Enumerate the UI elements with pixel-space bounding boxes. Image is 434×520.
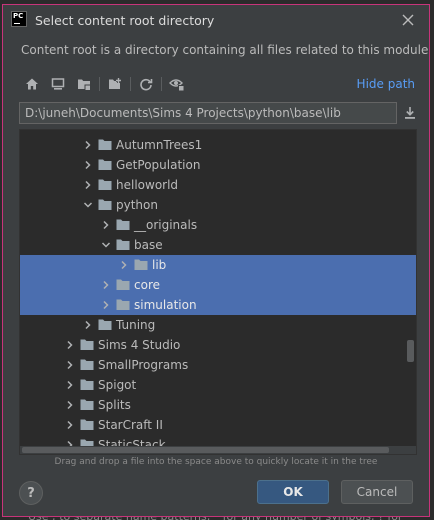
refresh-button[interactable] — [133, 73, 159, 95]
folder-icon — [116, 239, 130, 250]
chevron-right-icon[interactable] — [64, 399, 76, 411]
tree-row[interactable]: SmallPrograms — [20, 355, 416, 375]
vertical-scrollbar-thumb[interactable] — [407, 340, 414, 362]
folder-icon — [98, 159, 112, 170]
hide-path-link[interactable]: Hide path — [357, 77, 415, 91]
tree-row-label: StarCraft II — [98, 418, 163, 432]
toolbar-separator — [130, 77, 131, 91]
file-chooser-toolbar — [19, 73, 190, 95]
chevron-right-icon[interactable] — [64, 359, 76, 371]
tree-row[interactable]: Splits — [20, 395, 416, 415]
folder-icon — [134, 259, 148, 270]
path-input[interactable]: D:\juneh\Documents\Sims 4 Projects\pytho… — [19, 102, 397, 124]
tree-row-label: Sims 4 Studio — [98, 338, 181, 352]
path-download-button[interactable] — [401, 103, 419, 123]
tree-row-label: Tuning — [116, 318, 156, 332]
tree-row[interactable]: core — [20, 275, 416, 295]
tree-row-label: AutumnTrees1 — [116, 138, 203, 152]
tree-row[interactable]: Tuning — [20, 315, 416, 335]
toolbar-separator — [161, 77, 162, 91]
folder-icon — [80, 359, 94, 370]
chevron-right-icon[interactable] — [100, 279, 112, 291]
chevron-right-icon[interactable] — [118, 259, 130, 271]
show-hidden-icon — [169, 79, 184, 91]
chevron-down-icon[interactable] — [100, 239, 112, 251]
toolbar-separator — [99, 77, 100, 91]
tree-row-label: python — [116, 198, 158, 212]
project-folder-icon — [78, 79, 91, 91]
horizontal-scrollbar[interactable] — [20, 446, 416, 454]
close-icon — [402, 14, 414, 26]
tree-row-label: GetPopulation — [116, 158, 201, 172]
tree-row[interactable]: simulation — [20, 295, 416, 315]
download-icon — [405, 107, 415, 119]
tree-row-label: lib — [152, 258, 167, 272]
tree-row[interactable]: GetPopulation — [20, 155, 416, 175]
home-button[interactable] — [19, 73, 45, 95]
chevron-right-icon[interactable] — [64, 379, 76, 391]
tree-row-label: SmallPrograms — [98, 358, 189, 372]
drag-drop-hint: Drag and drop a file into the space abov… — [54, 457, 378, 467]
show-hidden-files-button[interactable] — [164, 73, 190, 95]
chevron-right-icon[interactable] — [82, 179, 94, 191]
folder-icon — [116, 299, 130, 310]
help-button[interactable]: ? — [19, 481, 43, 505]
folder-icon — [98, 139, 112, 150]
dialog-title: Select content root directory — [35, 13, 215, 28]
tree-row-label: simulation — [134, 298, 197, 312]
desktop-icon — [51, 78, 65, 90]
new-folder-icon — [109, 78, 121, 89]
chevron-right-icon[interactable] — [82, 139, 94, 151]
folder-icon — [80, 379, 94, 390]
tree-row-label: core — [134, 278, 160, 292]
folder-icon — [80, 399, 94, 410]
chevron-right-icon[interactable] — [100, 219, 112, 231]
close-button[interactable] — [399, 11, 417, 29]
tree-row[interactable]: AutumnTrees1 — [20, 135, 416, 155]
folder-icon — [98, 179, 112, 190]
chevron-right-icon[interactable] — [82, 319, 94, 331]
directory-tree[interactable]: AutumnTrees1 GetPopulation helloworld pytho… — [19, 129, 417, 455]
tree-row-label: __originals — [134, 218, 198, 232]
chevron-down-icon[interactable] — [82, 199, 94, 211]
chevron-right-icon[interactable] — [82, 159, 94, 171]
tree-row[interactable]: lib — [20, 255, 416, 275]
select-content-root-dialog: PC Select content root directory Content… — [2, 4, 430, 517]
chevron-right-icon[interactable] — [64, 339, 76, 351]
tree-row[interactable]: Spigot — [20, 375, 416, 395]
tree-row[interactable]: StarCraft II — [20, 415, 416, 435]
home-icon — [26, 78, 38, 90]
tree-row[interactable]: Sims 4 Studio — [20, 335, 416, 355]
project-folder-button[interactable] — [71, 73, 97, 95]
tree-row-label: Splits — [98, 398, 131, 412]
folder-icon — [116, 279, 130, 290]
pycharm-app-icon: PC — [11, 11, 27, 27]
tree-row-label: base — [134, 238, 163, 252]
desktop-button[interactable] — [45, 73, 71, 95]
tree-row[interactable]: __originals — [20, 215, 416, 235]
horizontal-scrollbar-thumb[interactable] — [22, 447, 389, 453]
chevron-right-icon[interactable] — [100, 299, 112, 311]
folder-icon — [98, 199, 112, 210]
cancel-button[interactable]: Cancel — [341, 480, 413, 504]
folder-icon — [116, 219, 130, 230]
chevron-right-icon[interactable] — [64, 419, 76, 431]
dialog-titlebar: PC Select content root directory — [3, 5, 429, 35]
tree-row[interactable]: helloworld — [20, 175, 416, 195]
refresh-icon — [140, 78, 153, 91]
dialog-description: Content root is a directory containing a… — [21, 43, 429, 57]
tree-row[interactable]: python — [20, 195, 416, 215]
folder-icon — [80, 419, 94, 430]
tree-row[interactable]: base — [20, 235, 416, 255]
tree-row-label: helloworld — [116, 178, 179, 192]
ok-button[interactable]: OK — [257, 480, 329, 504]
folder-icon — [98, 319, 112, 330]
folder-icon — [80, 339, 94, 350]
new-folder-button[interactable] — [102, 73, 128, 95]
tree-row-label: Spigot — [98, 378, 137, 392]
